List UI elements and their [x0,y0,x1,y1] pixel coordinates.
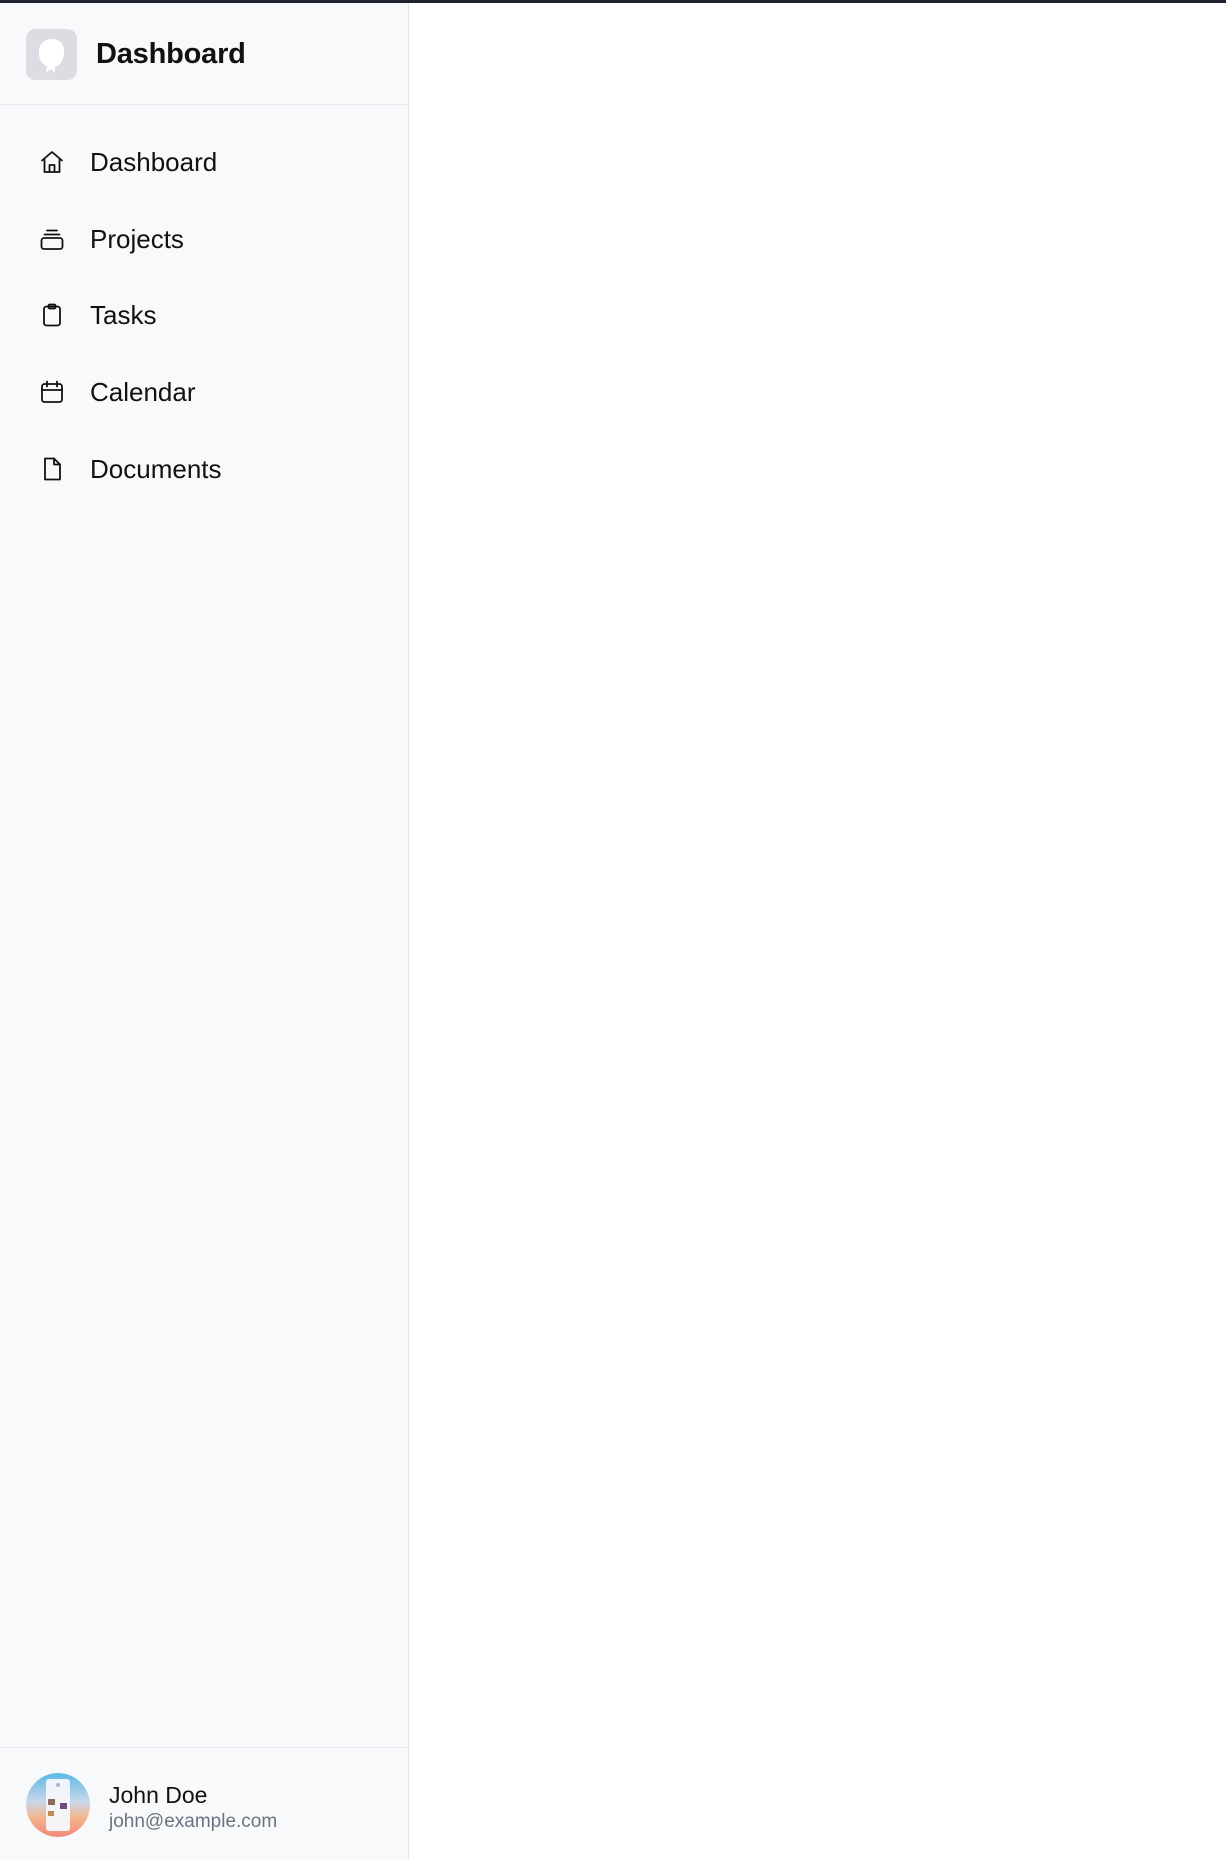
user-email: john@example.com [109,1811,278,1832]
document-icon [38,455,66,483]
brand-title: Dashboard [96,38,246,70]
app-logo-icon[interactable] [26,29,77,80]
sidebar-item-projects[interactable]: Projects [20,210,388,268]
sidebar-item-documents[interactable]: Documents [20,440,388,498]
sidebar-item-label: Tasks [90,300,157,330]
avatar [26,1773,90,1837]
clipboard-icon [38,301,66,329]
sidebar-item-calendar[interactable]: Calendar [20,363,388,421]
sidebar-item-label: Dashboard [90,147,218,177]
sidebar: Dashboard Dashboard Projects Tasks Calen… [0,3,409,1860]
sidebar-item-label: Calendar [90,377,196,407]
calendar-icon [38,378,66,406]
sidebar-item-label: Projects [90,224,184,254]
main-content [409,3,1226,1860]
sidebar-brand: Dashboard [0,3,408,105]
sidebar-item-dashboard[interactable]: Dashboard [20,133,388,191]
sidebar-item-tasks[interactable]: Tasks [20,286,388,344]
home-icon [38,148,66,176]
stack-icon [38,225,66,253]
user-profile[interactable]: John Doe john@example.com [0,1747,408,1860]
user-name: John Doe [109,1782,208,1808]
sidebar-item-label: Documents [90,454,222,484]
